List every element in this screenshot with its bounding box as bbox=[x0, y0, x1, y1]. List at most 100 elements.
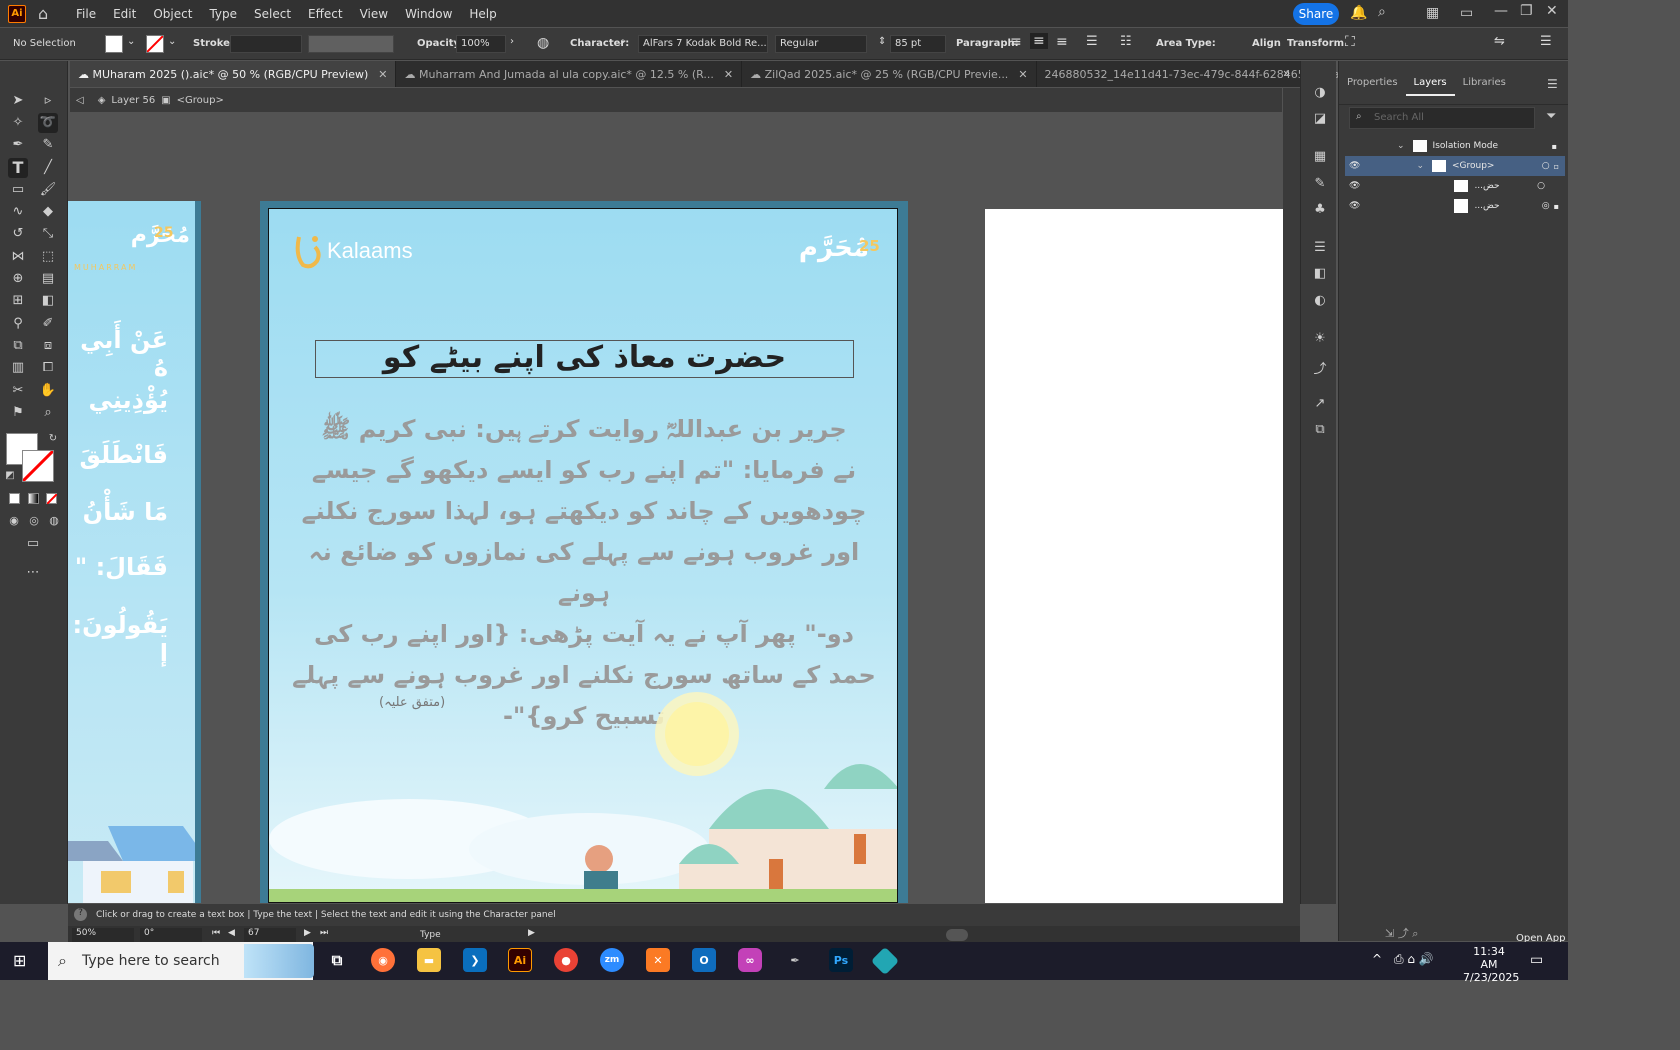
breadcrumb-group[interactable]: <Group> bbox=[177, 95, 224, 106]
chevron-down-icon[interactable]: ⌄ bbox=[127, 36, 135, 47]
layers-search-input[interactable]: ⌕ Search All bbox=[1349, 107, 1535, 129]
clock[interactable]: 11:34 AM 7/23/2025 bbox=[1463, 945, 1519, 984]
pen-app-icon[interactable]: ✒ bbox=[783, 948, 807, 972]
stepper-icon[interactable]: ⇕ bbox=[878, 36, 886, 47]
breadcrumb-layer[interactable]: Layer 56 bbox=[111, 95, 155, 106]
menu-file[interactable]: File bbox=[76, 7, 96, 21]
more-tabs-icon[interactable]: » bbox=[1283, 66, 1290, 80]
variable-width-profile[interactable] bbox=[308, 35, 394, 53]
direct-selection-tool-icon[interactable]: ▹ bbox=[38, 91, 58, 111]
tray-network-icons[interactable]: ⎙ ⌂ 🔊 bbox=[1394, 952, 1434, 967]
target-circle-icon[interactable]: ○ bbox=[1542, 161, 1550, 171]
selected-square-icon[interactable]: ▫ bbox=[1554, 162, 1559, 171]
more-tools-icon[interactable]: ⋯ bbox=[23, 563, 43, 583]
filter-icon[interactable]: ⏷ bbox=[1546, 109, 1556, 124]
paintbrush-icon[interactable]: 🖌 bbox=[38, 180, 58, 200]
file-explorer-icon[interactable]: ▬ bbox=[417, 948, 441, 972]
artboard-number-field[interactable]: 67 bbox=[244, 928, 296, 942]
opacity-field[interactable]: 100% bbox=[456, 35, 506, 53]
color-guide-icon[interactable]: ☀ bbox=[1311, 331, 1329, 349]
artboard-tool-icon[interactable]: ⧠ bbox=[38, 358, 58, 378]
panel-menu-icon[interactable]: ☰ bbox=[1547, 77, 1558, 91]
vertical-scroll-track[interactable] bbox=[1283, 88, 1300, 904]
zoom-tool-icon[interactable]: ⌕ bbox=[38, 403, 58, 423]
shape-builder-icon[interactable]: ⊕ bbox=[8, 269, 28, 289]
target-icon[interactable]: ▪ bbox=[1552, 142, 1557, 151]
menu-view[interactable]: View bbox=[360, 7, 388, 21]
type-tool-icon[interactable]: T bbox=[8, 158, 28, 178]
collect-export-icon[interactable]: ⇲ ⤴ ⌕ bbox=[1385, 925, 1418, 941]
stroke-weight-field[interactable] bbox=[230, 35, 302, 53]
illustrator-taskbar-icon[interactable]: Ai bbox=[508, 948, 532, 972]
menu-help[interactable]: Help bbox=[469, 7, 496, 21]
draw-behind-icon[interactable]: ◎ bbox=[24, 511, 44, 531]
width-tool-icon[interactable]: ⋈ bbox=[8, 247, 28, 267]
visibility-eye-icon[interactable]: 👁 bbox=[1349, 161, 1360, 171]
color-mode-icon[interactable] bbox=[9, 493, 20, 504]
tab-libraries[interactable]: Libraries bbox=[1455, 77, 1514, 88]
gradient-mode-icon[interactable] bbox=[28, 493, 39, 504]
visibility-eye-icon[interactable]: 👁 bbox=[1349, 181, 1360, 191]
layer-row-text-2[interactable]: 👁 حض... ◎ ▪ bbox=[1345, 196, 1565, 216]
close-tab-icon[interactable]: ✕ bbox=[1018, 68, 1027, 81]
workspace-icon[interactable]: ▭ bbox=[1460, 5, 1473, 21]
share-button[interactable]: Share bbox=[1293, 3, 1339, 25]
default-colors-icon[interactable]: ◩ bbox=[0, 466, 20, 486]
outlook-icon[interactable]: O bbox=[692, 948, 716, 972]
blend-tool-icon[interactable]: ⧉ bbox=[8, 336, 28, 356]
tab-properties[interactable]: Properties bbox=[1339, 77, 1406, 88]
home-icon[interactable]: ⌂ bbox=[38, 4, 58, 23]
rotation-dropdown[interactable]: 0° bbox=[140, 928, 202, 942]
visibility-eye-icon[interactable]: 👁 bbox=[1349, 201, 1360, 211]
notifications-icon[interactable]: ▭ bbox=[1530, 952, 1543, 968]
numbering-icon[interactable]: ☷ bbox=[1120, 34, 1132, 49]
slice-tool-icon[interactable]: ✂ bbox=[8, 381, 28, 401]
brushes-icon[interactable]: ✎ bbox=[1311, 176, 1329, 194]
tab-muharam-2025[interactable]: ☁ MUharam 2025 ().aic* @ 50 % (RGB/CPU P… bbox=[70, 61, 397, 87]
pen-tool-icon[interactable]: ✒ bbox=[8, 135, 28, 155]
tab-layers[interactable]: Layers bbox=[1405, 69, 1455, 96]
column-graph-icon[interactable]: ▥ bbox=[8, 358, 28, 378]
magic-wand-icon[interactable]: ✧ bbox=[8, 113, 28, 133]
menu-window[interactable]: Window bbox=[405, 7, 452, 21]
line-tool-icon[interactable]: ╱ bbox=[38, 158, 58, 178]
stroke-panel-icon[interactable]: ☰ bbox=[1311, 240, 1329, 258]
last-artboard-icon[interactable]: ⏭ bbox=[320, 928, 328, 938]
stroke-swatch[interactable] bbox=[146, 35, 164, 53]
symbols-icon[interactable]: ♣ bbox=[1311, 202, 1329, 220]
menu-select[interactable]: Select bbox=[254, 7, 291, 21]
gradient-panel-icon[interactable]: ◧ bbox=[1311, 266, 1329, 284]
chevron-right-icon[interactable]: › bbox=[510, 36, 514, 47]
align-left-icon[interactable]: ≡ bbox=[1010, 34, 1022, 50]
creative-cloud-icon[interactable]: ∞ bbox=[738, 948, 762, 972]
xampp-icon[interactable]: ✕ bbox=[646, 948, 670, 972]
mesh-tool-icon[interactable]: ⊞ bbox=[8, 291, 28, 311]
font-family-field[interactable]: AlFars 7 Kodak Bold Re... bbox=[638, 35, 768, 53]
tray-chevron-icon[interactable]: ^ bbox=[1372, 952, 1382, 966]
rotate-tool-icon[interactable]: ↺ bbox=[8, 224, 28, 244]
main-artboard[interactable]: Kalaams مُحَرَّم 25 حضرت معاذ کی اپنے بی… bbox=[268, 208, 898, 903]
screen-mode-icon[interactable]: ▭ bbox=[23, 534, 43, 554]
minimize-icon[interactable]: — bbox=[1494, 3, 1508, 19]
free-transform-icon[interactable]: ⬚ bbox=[38, 247, 58, 267]
tab-zilqad-2025[interactable]: ☁ ZilQad 2025.aic* @ 25 % (RGB/CPU Previ… bbox=[742, 61, 1037, 87]
align-link[interactable]: Align bbox=[1252, 38, 1281, 49]
windows-start-icon[interactable]: ⊞ bbox=[13, 953, 29, 969]
bullets-icon[interactable]: ☰ bbox=[1086, 34, 1098, 49]
close-tab-icon[interactable]: ✕ bbox=[378, 68, 387, 81]
chevron-down-icon[interactable]: ⌄ bbox=[1416, 161, 1424, 171]
selected-square-icon[interactable]: ▪ bbox=[1554, 202, 1559, 211]
menu-edit[interactable]: Edit bbox=[113, 7, 136, 21]
target-circle-icon[interactable]: ○ bbox=[1537, 181, 1545, 191]
zoom-app-icon[interactable]: zm bbox=[600, 948, 624, 972]
font-style-field[interactable]: Regular bbox=[775, 35, 867, 53]
recolor-icon[interactable]: ◍ bbox=[537, 35, 549, 51]
none-mode-icon[interactable] bbox=[46, 493, 58, 505]
shaper-tool-icon[interactable]: ∿ bbox=[8, 202, 28, 222]
menu-type[interactable]: Type bbox=[209, 7, 237, 21]
eyedropper-icon[interactable]: ⚲ bbox=[8, 314, 28, 334]
font-search-icon[interactable]: ⌕ bbox=[620, 36, 626, 47]
firefox-icon[interactable]: ◉ bbox=[371, 948, 395, 972]
swap-colors-icon[interactable]: ↻ bbox=[43, 429, 63, 449]
rectangle-tool-icon[interactable]: ▭ bbox=[8, 180, 28, 200]
